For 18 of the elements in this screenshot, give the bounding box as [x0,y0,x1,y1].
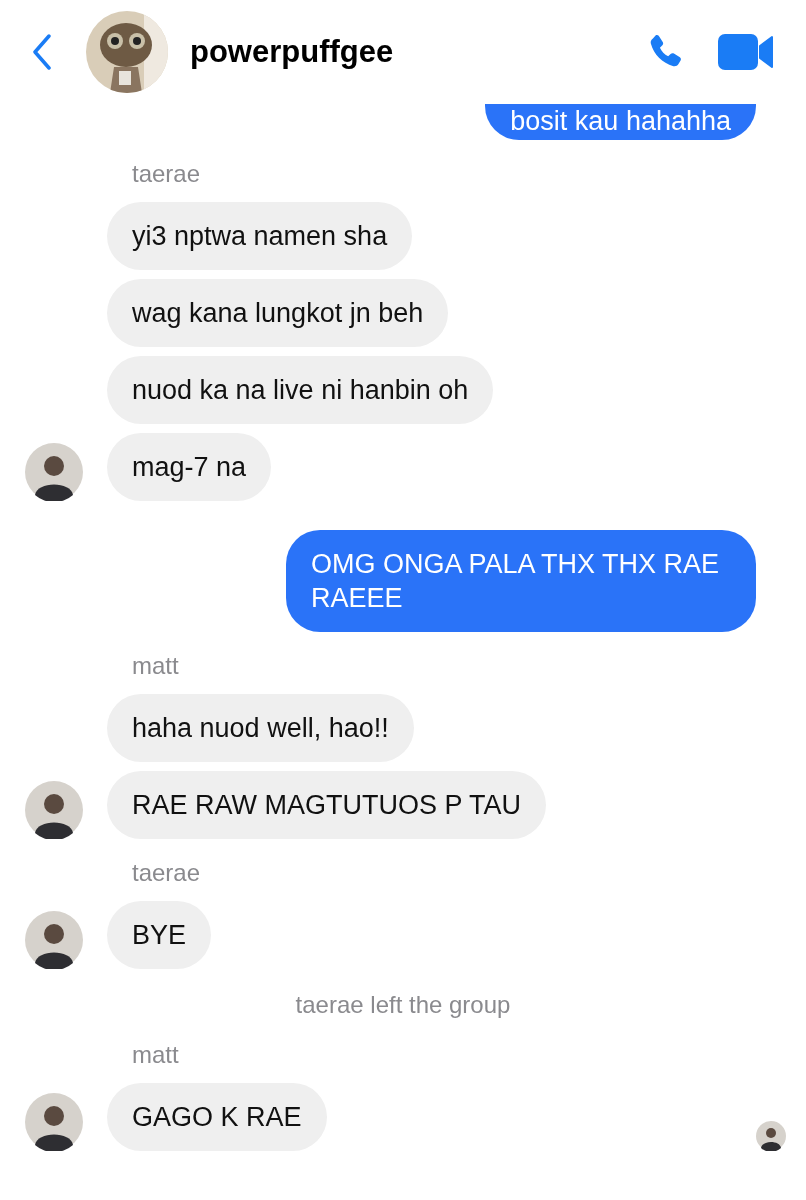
sender-name: matt [131,1040,180,1070]
sender-name: taerae [131,159,202,189]
video-call-icon[interactable] [718,34,774,70]
sender-name: matt [131,651,180,681]
system-message: taerae left the group [295,990,511,1020]
sent-message: bosit kau hahahha [485,104,756,140]
received-message: mag-7 na [107,433,272,501]
received-message: nuod ka na live ni hanbin oh [107,356,494,424]
chat-title: powerpuffgee [190,34,394,70]
sent-message: OMG ONGA PALA THX THX RAE RAEEE [286,530,756,632]
received-message: GAGO K RAE [107,1083,327,1151]
sender-name: taerae [131,858,202,888]
received-message: yi3 nptwa namen sha [107,202,413,270]
received-message: RAE RAW MAGTUTUOS P TAU [107,771,547,839]
back-icon[interactable] [32,34,52,70]
received-message: haha nuod well, hao!! [107,694,414,762]
received-message: BYE [107,901,212,969]
received-message: wag kana lungkot jn beh [107,279,449,347]
